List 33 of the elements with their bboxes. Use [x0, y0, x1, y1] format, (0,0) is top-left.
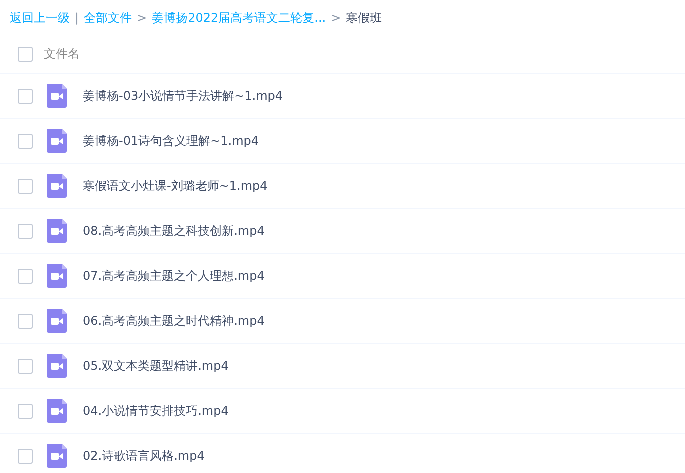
video-file-icon — [47, 399, 67, 423]
video-file-icon — [47, 264, 67, 288]
select-all-checkbox[interactable] — [18, 47, 33, 62]
file-name[interactable]: 02.诗歌语言风格.mp4 — [83, 448, 205, 464]
video-file-icon — [47, 219, 67, 243]
row-checkbox[interactable] — [18, 134, 33, 148]
file-name[interactable]: 06.高考高频主题之时代精神.mp4 — [83, 312, 265, 330]
video-file-icon — [47, 354, 67, 378]
video-file-icon — [47, 309, 67, 333]
row-checkbox[interactable] — [18, 404, 33, 418]
row-checkbox[interactable] — [18, 178, 33, 194]
breadcrumb-separator: > — [331, 11, 342, 25]
video-file-icon — [47, 444, 67, 468]
file-name[interactable]: 05.双文本类题型精讲.mp4 — [83, 358, 229, 374]
breadcrumb-separator: > — [137, 11, 148, 25]
row-checkbox[interactable] — [18, 268, 33, 284]
video-file-icon — [47, 174, 67, 198]
breadcrumb-divider: | — [75, 11, 80, 25]
file-name[interactable]: 07.高考高频主题之个人理想.mp4 — [83, 268, 265, 284]
row-checkbox[interactable] — [18, 224, 33, 238]
row-checkbox[interactable] — [18, 448, 33, 464]
row-checkbox[interactable] — [18, 88, 33, 104]
row-checkbox[interactable] — [18, 314, 33, 328]
video-file-icon — [47, 129, 67, 153]
file-name[interactable]: 寒假语文小灶课-刘璐老师~1.mp4 — [83, 178, 268, 194]
row-checkbox[interactable] — [18, 358, 33, 374]
file-name[interactable]: 姜博杨-03小说情节手法讲解~1.mp4 — [83, 88, 284, 104]
file-name[interactable]: 08.高考高频主题之科技创新.mp4 — [83, 222, 265, 240]
video-file-icon — [47, 84, 67, 108]
file-name[interactable]: 04.小说情节安排技巧.mp4 — [83, 402, 229, 420]
column-header: 文件名 — [44, 46, 80, 63]
file-name[interactable]: 姜博杨-01诗句含义理解~1.mp4 — [83, 132, 260, 150]
breadcrumb-current: 寒假班 — [346, 10, 382, 26]
